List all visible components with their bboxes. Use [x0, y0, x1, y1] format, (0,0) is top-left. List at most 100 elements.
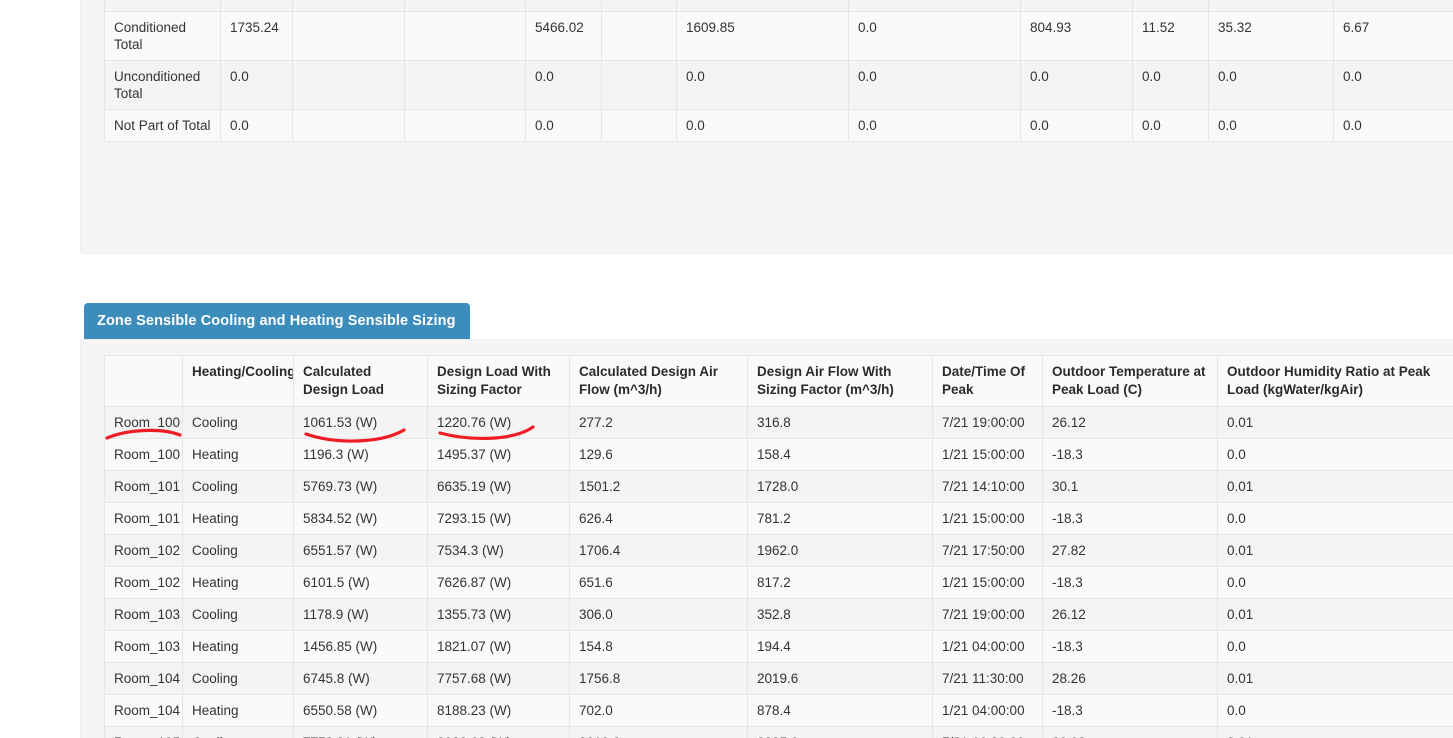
cell: 0.0 [1208, 60, 1334, 110]
cell: 27.82 [1042, 534, 1218, 567]
cell-zone-name: Room_101 [104, 502, 183, 535]
cell: 1196.3 (W) [293, 438, 428, 471]
cell: 0.0 [1020, 109, 1133, 142]
cell [404, 0, 526, 12]
cell: Not Part of Total [104, 109, 221, 142]
cell: 316.8 [747, 406, 933, 439]
cell: 0.0 [848, 60, 1021, 110]
cell: -18.3 [1042, 566, 1218, 599]
cell: 0.0 [848, 109, 1021, 142]
table-row: Room_103 Heating 1456.85 (W) 1821.07 (W)… [104, 630, 1453, 663]
cell: 7757.68 (W) [427, 662, 570, 695]
cell: 277.2 [569, 406, 748, 439]
col-header-design-load-sizing-factor: Design Load With Sizing Factor [427, 355, 570, 407]
cell: 5466.02 [525, 11, 602, 61]
cell: 7534.3 (W) [427, 534, 570, 567]
table-row-total: Total 1735.24 5466.02 1609.85 0.0 804.93… [104, 0, 1453, 12]
cell [292, 11, 405, 61]
cell: 0.0 [848, 11, 1021, 61]
cell: 0.0 [220, 109, 293, 142]
table-row-conditioned-total: Conditioned Total 1735.24 5466.02 1609.8… [104, 11, 1453, 61]
cell: Cooling [182, 470, 294, 503]
cell: 6745.8 (W) [293, 662, 428, 695]
cell: 0.0 [1217, 502, 1453, 535]
cell: 1355.73 (W) [427, 598, 570, 631]
cell: 1/21 15:00:00 [932, 438, 1043, 471]
cell: 194.4 [747, 630, 933, 663]
cell: 154.8 [569, 630, 748, 663]
cell-zone-name: Room_103 [104, 630, 183, 663]
cell [601, 60, 677, 110]
cell: 817.2 [747, 566, 933, 599]
cell: 0.0 [676, 109, 849, 142]
cell-zone-name: Room_100 [104, 406, 183, 439]
cell-zone-name: Room_102 [104, 534, 183, 567]
cell: 1821.07 (W) [427, 630, 570, 663]
cell [404, 109, 526, 142]
zone-sizing-table: Heating/Cooling Calculated Design Load D… [104, 355, 1453, 738]
cell: 11.52 [1132, 11, 1209, 61]
col-header-zone-name [104, 355, 183, 407]
cell: 804.93 [1020, 0, 1133, 12]
cell [601, 0, 677, 12]
cell: 129.6 [569, 438, 748, 471]
cell: 5466.02 [525, 0, 602, 12]
cell: 0.0 [1132, 109, 1209, 142]
cell: Cooling [182, 662, 294, 695]
cell [292, 109, 405, 142]
cell: 0.0 [1333, 109, 1453, 142]
cell: 1/21 04:00:00 [932, 630, 1043, 663]
cell: 1706.4 [569, 534, 748, 567]
col-header-heating-cooling: Heating/Cooling [182, 355, 294, 407]
cell: 0.01 [1217, 662, 1453, 695]
cell: 1728.0 [747, 470, 933, 503]
col-header-design-air-flow-sizing-factor: Design Air Flow With Sizing Factor (m^3/… [747, 355, 933, 407]
cell: 35.32 [1208, 0, 1334, 12]
cell: 0.0 [1132, 60, 1209, 110]
cell: 0.01 [1217, 598, 1453, 631]
cell: 0.0 [525, 109, 602, 142]
cell: 6550.58 (W) [293, 694, 428, 727]
cell: Total [104, 0, 221, 12]
cell: 1609.85 [676, 0, 849, 12]
cell: 35.32 [1208, 11, 1334, 61]
cell: 0.0 [1217, 694, 1453, 727]
col-header-date-time-of-peak: Date/Time Of Peak [932, 355, 1043, 407]
cell: -18.3 [1042, 438, 1218, 471]
cell: Heating [182, 566, 294, 599]
cell-zone-name: Room_104 [104, 662, 183, 695]
cell: Heating [182, 630, 294, 663]
cell: 2019.6 [569, 726, 748, 738]
cell: 1756.8 [569, 662, 748, 695]
zone-summary-table: Room_116 123.87 Yes Yes 390.19 1.00 120.… [104, 0, 1453, 142]
cell: 7758.81 (W) [293, 726, 428, 738]
cell: 158.4 [747, 438, 933, 471]
section-tab-zone-sensible-cooling-heating-sizing[interactable]: Zone Sensible Cooling and Heating Sensib… [84, 303, 470, 339]
cell [404, 11, 526, 61]
cell: 5769.73 (W) [293, 470, 428, 503]
cell [292, 60, 405, 110]
cell: 804.93 [1020, 11, 1133, 61]
cell: 28.26 [1042, 662, 1218, 695]
cell: -18.3 [1042, 694, 1218, 727]
cell: 7/21 14:10:00 [932, 470, 1043, 503]
cell-zone-name: Room_105 [104, 726, 183, 738]
cell: 651.6 [569, 566, 748, 599]
cell: Heating [182, 694, 294, 727]
cell: 26.12 [1042, 406, 1218, 439]
zone-sizing-table-wrapper: Heating/Cooling Calculated Design Load D… [104, 355, 1453, 738]
cell: 1735.24 [220, 11, 293, 61]
cell: Cooling [182, 598, 294, 631]
cell: 30.1 [1042, 470, 1218, 503]
table-row: Room_104 Heating 6550.58 (W) 8188.23 (W)… [104, 694, 1453, 727]
zone-sizing-table-head: Heating/Cooling Calculated Design Load D… [104, 355, 1453, 407]
table-row: Room_100 Cooling 1061.53 (W) 1220.76 (W)… [104, 406, 1453, 439]
table-header-row: Heating/Cooling Calculated Design Load D… [104, 355, 1453, 407]
cell: Cooling [182, 534, 294, 567]
cell: 0.0 [1217, 566, 1453, 599]
cell-zone-name: Room_104 [104, 694, 183, 727]
zone-sizing-table-body: Room_100 Cooling 1061.53 (W) 1220.76 (W)… [104, 406, 1453, 738]
cell: 2325.6 [747, 726, 933, 738]
cell: 1456.85 (W) [293, 630, 428, 663]
cell: 0.0 [1208, 109, 1334, 142]
